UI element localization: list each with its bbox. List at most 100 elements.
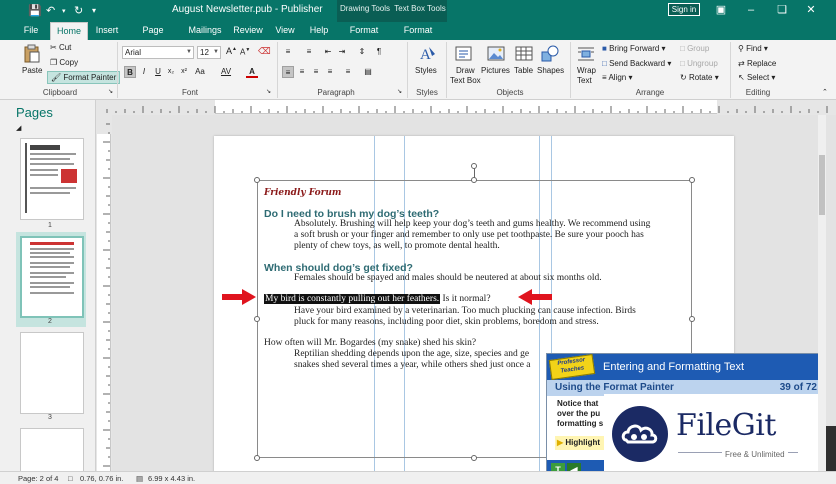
group-icon: □: [680, 44, 685, 53]
selected-text[interactable]: My bird is constantly pulling out her fe…: [264, 294, 441, 304]
clipboard-launcher-icon[interactable]: ↘: [108, 88, 113, 95]
resize-handle[interactable]: [254, 177, 260, 183]
object-size: 6.99 x 4.43 in.: [148, 474, 196, 483]
title-bar: 💾 ↶ ▾ ↻ ▾ August Newsletter.pub - Publis…: [0, 0, 836, 22]
align-left-icon[interactable]: ≡: [282, 66, 294, 78]
bold-icon[interactable]: B: [124, 66, 136, 78]
sign-in-button[interactable]: Sign in: [668, 3, 700, 16]
align-right-icon[interactable]: ≡: [310, 66, 322, 78]
rotate-button[interactable]: ↻ Rotate ▾: [680, 73, 719, 82]
styles-button[interactable]: Styles: [415, 66, 437, 75]
undo-icon[interactable]: ↶: [46, 4, 55, 17]
vertical-scrollbar[interactable]: [818, 115, 826, 471]
vertical-ruler-ticks: [97, 114, 111, 467]
font-color-icon[interactable]: A: [246, 66, 258, 78]
page-indicator[interactable]: Page: 2 of 4: [18, 474, 58, 483]
decrease-indent-icon[interactable]: ⇤: [322, 46, 334, 58]
tab-mailings[interactable]: Mailings: [186, 22, 224, 40]
resize-handle[interactable]: [689, 177, 695, 183]
resize-handle[interactable]: [689, 316, 695, 322]
paste-icon[interactable]: [22, 44, 42, 64]
superscript-icon[interactable]: x²: [178, 66, 190, 78]
collapse-pane-icon[interactable]: ◢: [16, 124, 21, 132]
font-name-combo[interactable]: Arial ▼: [122, 46, 194, 59]
select-button[interactable]: ↖ Select ▾: [738, 73, 775, 82]
font-launcher-icon[interactable]: ↘: [266, 88, 271, 95]
tab-textbox-format[interactable]: Format: [400, 22, 436, 40]
columns-icon[interactable]: ▤: [362, 66, 374, 78]
question-3: My bird is constantly pulling out her fe…: [264, 294, 491, 304]
clear-formatting-icon[interactable]: ⌫: [258, 46, 271, 57]
collapse-ribbon-icon[interactable]: ⌃: [822, 88, 828, 96]
shapes-button[interactable]: Shapes: [537, 66, 564, 75]
highlight-tip: ▶ Highlight: [555, 436, 607, 450]
table-button[interactable]: Table: [514, 66, 533, 75]
pilcrow-icon[interactable]: ¶: [373, 46, 385, 58]
paragraph-launcher-icon[interactable]: ↘: [397, 88, 402, 95]
align-button[interactable]: ≡ Align ▾: [602, 73, 633, 82]
shrink-font-icon[interactable]: A▼: [240, 47, 250, 57]
tab-help[interactable]: Help: [306, 22, 332, 40]
underline-icon[interactable]: U: [152, 66, 164, 78]
redo-icon[interactable]: ↻: [74, 4, 83, 17]
align-icon: ≡: [602, 73, 607, 82]
page-thumbnail-4[interactable]: [20, 428, 84, 473]
undo-dropdown-icon[interactable]: ▾: [62, 7, 66, 15]
tab-home[interactable]: Home: [50, 22, 88, 40]
bring-forward-button[interactable]: ■ Bring Forward ▾: [602, 44, 666, 53]
send-backward-button[interactable]: □ Send Backward ▾: [602, 59, 671, 68]
tab-view[interactable]: View: [272, 22, 298, 40]
page-thumbnail-2[interactable]: [20, 236, 84, 318]
pictures-button[interactable]: Pictures: [481, 66, 510, 75]
pictures-icon[interactable]: [486, 44, 506, 64]
tab-drawing-format[interactable]: Format: [346, 22, 382, 40]
find-button[interactable]: ⚲ Find ▾: [738, 44, 768, 53]
page-thumbnail-3[interactable]: [20, 332, 84, 414]
bullets-icon[interactable]: ≡: [282, 46, 294, 58]
shapes-icon[interactable]: [540, 44, 560, 64]
restore-icon[interactable]: ❏: [775, 3, 789, 17]
rotate-handle[interactable]: [471, 163, 477, 169]
tab-insert[interactable]: Insert: [92, 22, 122, 40]
resize-handle[interactable]: [254, 316, 260, 322]
vertical-ruler[interactable]: [97, 114, 111, 471]
page-thumbnail-1[interactable]: [20, 138, 84, 220]
save-icon[interactable]: 💾: [28, 4, 42, 17]
minimize-icon[interactable]: –: [744, 3, 758, 17]
font-size-combo[interactable]: 12 ▼: [197, 46, 221, 59]
scrollbar-thumb[interactable]: [819, 155, 825, 215]
resize-handle[interactable]: [471, 455, 477, 461]
grow-font-icon[interactable]: A▲: [226, 46, 237, 56]
copy-button[interactable]: ❐ Copy: [50, 58, 78, 67]
replace-button[interactable]: ⇄ Replace: [738, 59, 776, 68]
change-case-icon[interactable]: Aa: [194, 66, 206, 78]
horizontal-ruler[interactable]: [97, 100, 836, 114]
italic-icon[interactable]: I: [138, 66, 150, 78]
tab-review[interactable]: Review: [232, 22, 264, 40]
wrap-text-button[interactable]: Wrap: [577, 66, 596, 75]
subscript-icon[interactable]: x₂: [165, 66, 177, 78]
draw-text-box-button[interactable]: Draw: [456, 66, 475, 75]
distribute-icon[interactable]: ≡: [342, 66, 354, 78]
character-spacing-icon[interactable]: AV: [220, 66, 232, 78]
increase-indent-icon[interactable]: ⇥: [336, 46, 348, 58]
justify-icon[interactable]: ≡: [324, 66, 336, 78]
customize-qat-icon[interactable]: ▾: [92, 6, 96, 15]
resize-handle[interactable]: [254, 455, 260, 461]
paste-button[interactable]: Paste: [22, 66, 42, 75]
table-icon[interactable]: [514, 44, 534, 64]
format-painter-button[interactable]: 🖌 Format Painter: [47, 71, 121, 84]
tab-file[interactable]: File: [18, 22, 44, 40]
styles-icon[interactable]: A: [417, 44, 437, 64]
ribbon: Paste ✂ Cut ❐ Copy 🖌 Format Painter Clip…: [0, 40, 836, 100]
wrap-text-icon[interactable]: [576, 44, 596, 64]
close-icon[interactable]: ✕: [804, 3, 818, 17]
cut-button[interactable]: ✂ Cut: [50, 43, 71, 52]
line-spacing-icon[interactable]: ⇕: [356, 46, 368, 58]
align-center-icon[interactable]: ≡: [296, 66, 308, 78]
tab-page-design[interactable]: Page Design: [128, 22, 178, 52]
ribbon-display-icon[interactable]: ▣: [714, 3, 728, 17]
group-label: Group: [687, 44, 710, 53]
numbering-icon[interactable]: ≡: [303, 46, 315, 58]
draw-text-box-icon[interactable]: [454, 44, 474, 64]
